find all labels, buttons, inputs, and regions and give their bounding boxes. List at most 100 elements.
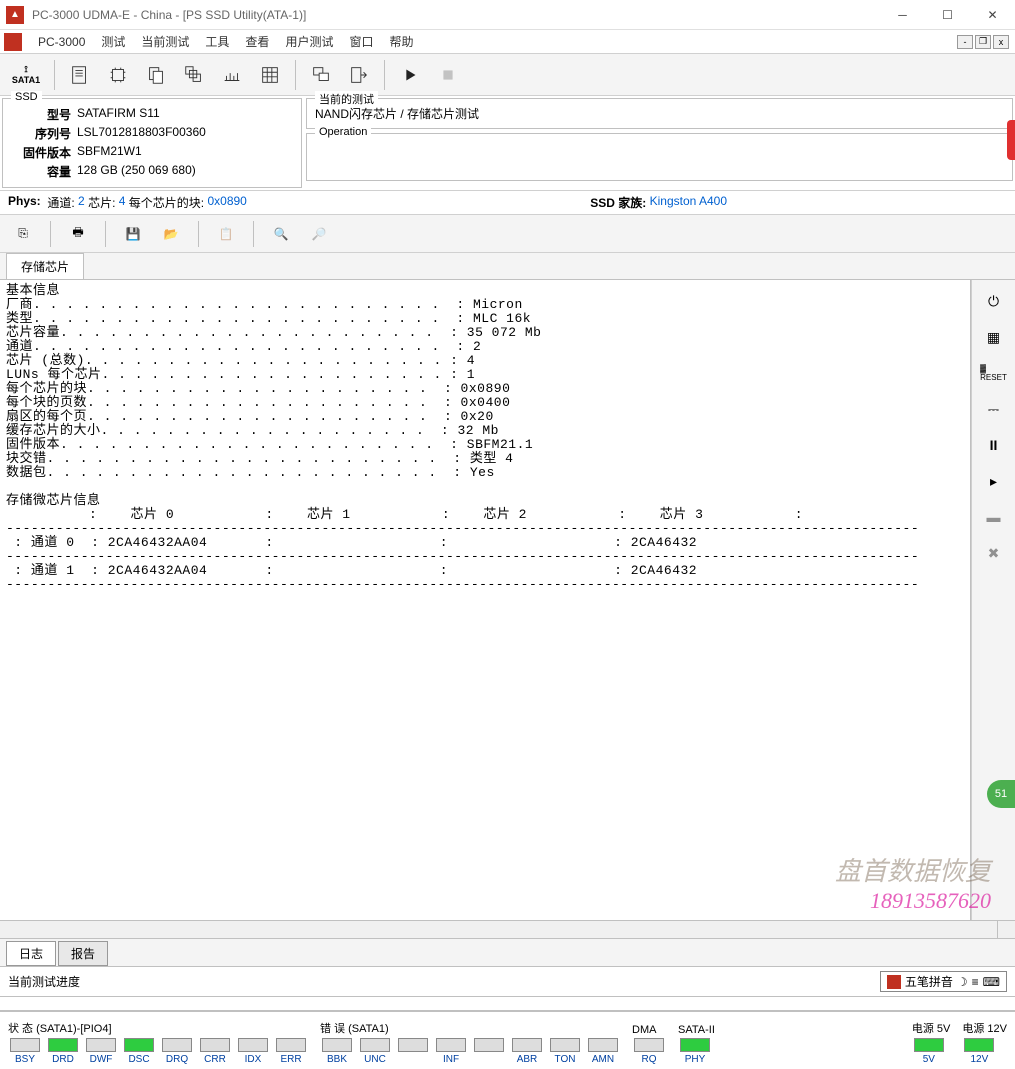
side-settings-icon[interactable]: ✖ — [979, 540, 1009, 566]
tb-exit-icon[interactable] — [342, 58, 376, 92]
side-connector-icon[interactable]: ⎓ — [979, 396, 1009, 422]
led-label: INF — [443, 1054, 459, 1065]
side-chip-icon[interactable]: ▦ — [979, 324, 1009, 350]
test-path: NAND闪存芯片 / 存储芯片测试 — [315, 105, 1004, 122]
close-button[interactable]: ✕ — [970, 0, 1015, 30]
led-indicator — [914, 1038, 944, 1052]
app-icon-small — [4, 33, 22, 51]
tb2-export-icon[interactable]: ⎘ — [8, 219, 38, 249]
ch-value: 2 — [78, 194, 85, 211]
tb-ruler-icon[interactable] — [215, 58, 249, 92]
window-title: PC-3000 UDMA-E - China - [PS SSD Utility… — [32, 8, 880, 22]
ime-bars-icon: ≡ — [972, 975, 979, 989]
led-indicator — [550, 1038, 580, 1052]
ime-moon-icon: ☽ — [957, 975, 968, 989]
blk-value: 0x0890 — [207, 194, 246, 211]
tb2-save-icon[interactable]: 💾 — [118, 219, 148, 249]
family-value: Kingston A400 — [650, 194, 727, 211]
blk-label: 每个芯片的块: — [129, 194, 204, 211]
menubar: PC-3000 测试 当前测试 工具 查看 用户测试 窗口 帮助 - ❐ x — [0, 30, 1015, 54]
tab-row: 存储芯片 — [0, 253, 1015, 280]
led-indicator — [322, 1038, 352, 1052]
led-indicator — [398, 1038, 428, 1052]
menu-help[interactable]: 帮助 — [381, 29, 421, 54]
led-BBK: BBK — [320, 1038, 354, 1065]
led-blank — [472, 1038, 506, 1065]
tb-stack-icon[interactable] — [177, 58, 211, 92]
menu-view[interactable]: 查看 — [237, 29, 277, 54]
menu-user-test[interactable]: 用户测试 — [277, 29, 341, 54]
side-power-icon[interactable]: ⏻ — [979, 288, 1009, 314]
menu-tools[interactable]: 工具 — [197, 29, 237, 54]
info-row: SSD 型号SATAFIRM S11 序列号LSL7012818803F0036… — [0, 96, 1015, 191]
led-IDX: IDX — [236, 1038, 270, 1065]
side-pause-icon[interactable]: II — [979, 432, 1009, 458]
led-DSC: DSC — [122, 1038, 156, 1065]
led-label: DRQ — [166, 1054, 188, 1065]
tb2-find-next-icon[interactable]: 🔎 — [304, 219, 334, 249]
horizontal-scrollbar[interactable] — [0, 921, 1015, 939]
titlebar: ▲ PC-3000 UDMA-E - China - [PS SSD Utili… — [0, 0, 1015, 30]
stop-button[interactable] — [431, 58, 465, 92]
ime-indicator[interactable]: 五笔拼音 ☽ ≡ ⌨ — [880, 971, 1007, 992]
led-12V: 12V — [962, 1038, 996, 1065]
p12-title: 电源 12V — [962, 1020, 1007, 1038]
menu-window[interactable]: 窗口 — [341, 29, 381, 54]
led-indicator — [588, 1038, 618, 1052]
cap-label: 容量 — [7, 163, 77, 180]
led-5V: 5V — [912, 1038, 946, 1065]
tab-report[interactable]: 报告 — [58, 941, 108, 966]
led-label: DSC — [128, 1054, 149, 1065]
status-group-sata2: SATA-II PHY — [678, 1024, 715, 1065]
tb2-open-icon[interactable]: 📂 — [156, 219, 186, 249]
led-INF: INF — [434, 1038, 468, 1065]
status-bar: 状 态 (SATA1)-[PIO4] BSYDRDDWFDSCDRQCRRIDX… — [0, 1011, 1015, 1069]
play-button[interactable] — [393, 58, 427, 92]
led-label: DWF — [90, 1054, 113, 1065]
mdi-minimize[interactable]: - — [957, 35, 973, 49]
tb2-print-icon[interactable]: 🖶 — [63, 219, 93, 249]
sata-indicator[interactable]: ⟟SATA1 — [6, 58, 46, 92]
test-panel: 当前的测试 NAND闪存芯片 / 存储芯片测试 Operation — [306, 98, 1013, 188]
float-badge[interactable]: 51 — [987, 780, 1015, 808]
tb-page-icon[interactable] — [63, 58, 97, 92]
minimize-button[interactable]: ─ — [880, 0, 925, 30]
led-blank — [396, 1038, 430, 1065]
tb2-copy-icon[interactable]: 📋 — [211, 219, 241, 249]
mdi-close[interactable]: x — [993, 35, 1009, 49]
menu-current-test[interactable]: 当前测试 — [133, 29, 197, 54]
red-side-tab[interactable] — [1007, 120, 1015, 160]
tb2-find-icon[interactable]: 🔍 — [266, 219, 296, 249]
led-indicator — [436, 1038, 466, 1052]
tb-chip-icon[interactable] — [101, 58, 135, 92]
led-label: 5V — [923, 1054, 935, 1065]
led-AMN: AMN — [586, 1038, 620, 1065]
tb-copy-icon[interactable] — [139, 58, 173, 92]
led-indicator — [10, 1038, 40, 1052]
side-step-icon[interactable]: ▸ — [979, 468, 1009, 494]
tab-storage-chip[interactable]: 存储芯片 — [6, 253, 84, 279]
led-indicator — [360, 1038, 390, 1052]
led-DWF: DWF — [84, 1038, 118, 1065]
led-label: RQ — [642, 1054, 657, 1065]
led-ABR: ABR — [510, 1038, 544, 1065]
side-reset-icon[interactable]: ▓RESET — [979, 360, 1009, 386]
fw-label: 固件版本 — [7, 144, 77, 161]
operation-legend: Operation — [315, 126, 371, 138]
side-module-icon[interactable]: ▬ — [979, 504, 1009, 530]
model-value: SATAFIRM S11 — [77, 106, 160, 123]
mdi-restore[interactable]: ❐ — [975, 35, 991, 49]
menu-test[interactable]: 测试 — [93, 29, 133, 54]
led-RQ: RQ — [632, 1038, 666, 1065]
tab-log[interactable]: 日志 — [6, 941, 56, 966]
tb-windows-icon[interactable] — [304, 58, 338, 92]
led-PHY: PHY — [678, 1038, 712, 1065]
tb-grid-icon[interactable] — [253, 58, 287, 92]
ch-label: 通道: — [47, 194, 74, 211]
menu-app[interactable]: PC-3000 — [30, 31, 93, 53]
ime-keyboard-icon: ⌨ — [983, 975, 1000, 989]
bottom-tabs: 日志 报告 — [0, 939, 1015, 967]
led-label: 12V — [970, 1054, 988, 1065]
maximize-button[interactable]: ☐ — [925, 0, 970, 30]
status-group-dma: DMA RQ — [632, 1024, 666, 1065]
